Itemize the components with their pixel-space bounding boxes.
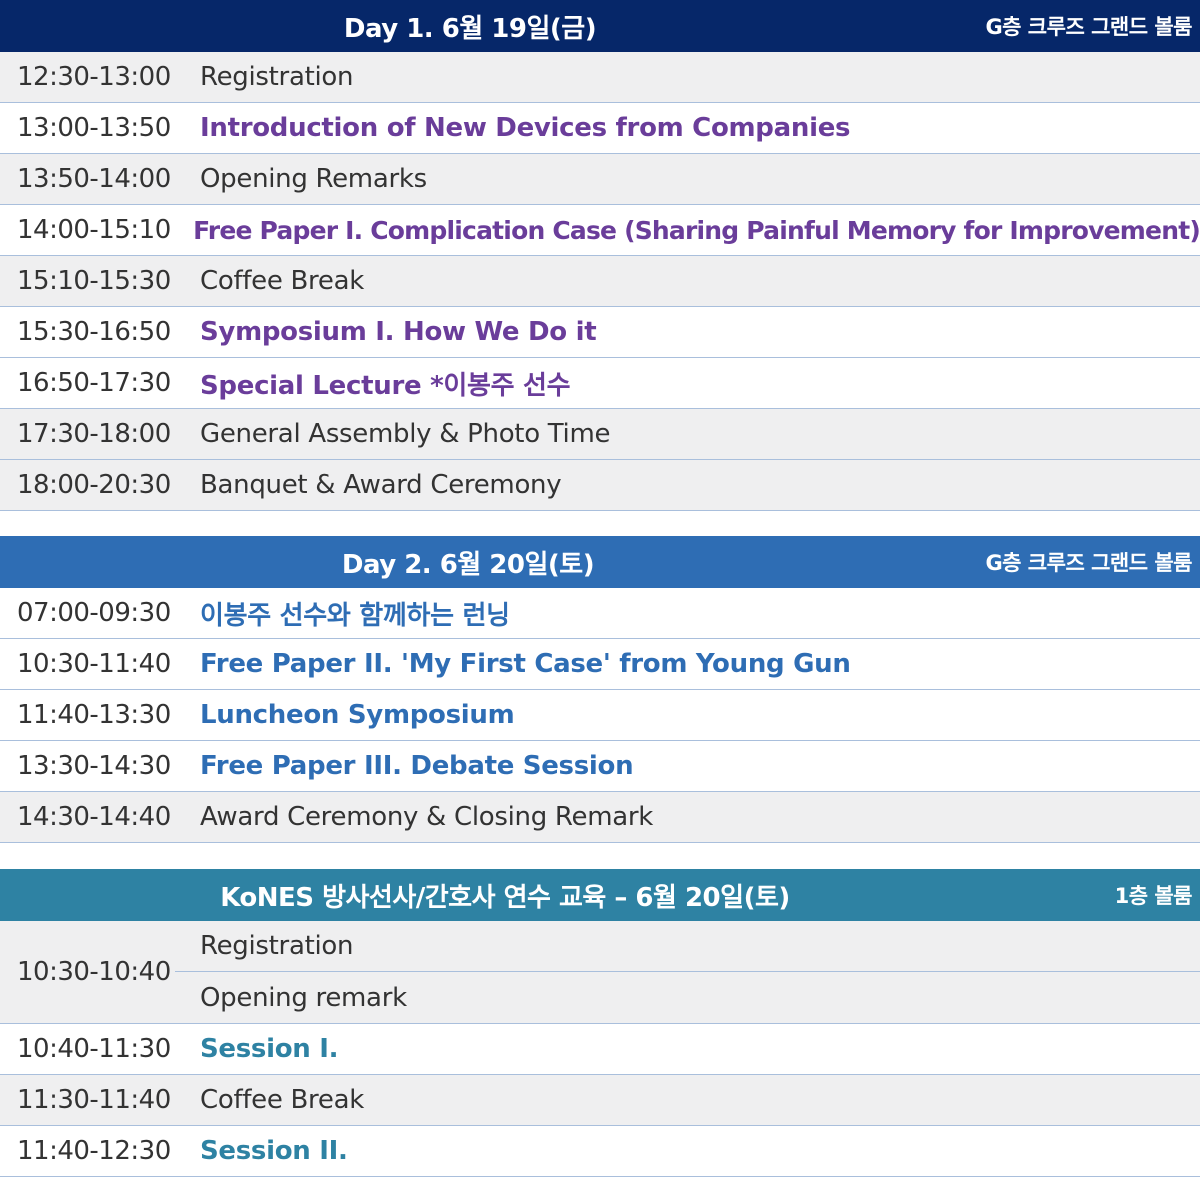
session-title: 이봉주 선수와 함께하는 런닝 xyxy=(200,600,510,631)
schedule-row-group: 10:30-10:40 Registration Opening remark xyxy=(0,921,1200,1024)
time-slot: 14:00-15:10 xyxy=(17,215,171,245)
kones-title: KoNES 방사선사/간호사 연수 교육 – 6월 20일(토) xyxy=(220,882,790,913)
schedule-row: 14:00-15:10 Free Paper I. Complication C… xyxy=(0,205,1200,256)
session-title: Free Paper III. Debate Session xyxy=(200,751,634,781)
time-slot: 14:30-14:40 xyxy=(17,802,171,832)
time-slot: 12:30-13:00 xyxy=(17,62,171,92)
session-title: Session II. xyxy=(200,1136,348,1166)
time-slot: 07:00-09:30 xyxy=(17,598,171,628)
schedule-row: 13:30-14:30 Free Paper III. Debate Sessi… xyxy=(0,741,1200,792)
schedule-row: 11:40-12:30 Session II. xyxy=(0,1126,1200,1177)
session-title: Registration xyxy=(200,931,354,961)
schedule-row: 15:30-16:50 Symposium I. How We Do it xyxy=(0,307,1200,358)
time-slot: 10:30-11:40 xyxy=(17,649,171,679)
day1-section: Day 1. 6월 19일(금) G층 크루즈 그랜드 볼룸 12:30-13:… xyxy=(0,0,1200,511)
session-title: Luncheon Symposium xyxy=(200,700,515,730)
schedule-row: 16:50-17:30 Special Lecture *이봉주 선수 xyxy=(0,358,1200,409)
time-slot: 10:30-10:40 xyxy=(17,957,171,987)
time-slot: 18:00-20:30 xyxy=(17,470,171,500)
session-title: Opening remark xyxy=(200,982,407,1013)
day2-title: Day 2. 6월 20일(토) xyxy=(341,549,595,580)
schedule-row: 11:30-11:40 Coffee Break xyxy=(0,1075,1200,1126)
time-slot: 17:30-18:00 xyxy=(17,419,171,449)
schedule-row: 18:00-20:30 Banquet & Award Ceremony xyxy=(0,460,1200,511)
session-title: Banquet & Award Ceremony xyxy=(200,470,562,500)
time-slot: 13:00-13:50 xyxy=(17,113,171,143)
schedule-row: 10:30-11:40 Free Paper II. 'My First Cas… xyxy=(0,639,1200,690)
schedule-row: 11:40-13:30 Luncheon Symposium xyxy=(0,690,1200,741)
day2-header: Day 2. 6월 20일(토) G층 크루즈 그랜드 볼룸 xyxy=(0,536,1200,588)
sub-session-row: Opening remark xyxy=(200,972,1200,1023)
day2-venue: G층 크루즈 그랜드 볼룸 xyxy=(985,551,1192,575)
day1-title: Day 1. 6월 19일(금) xyxy=(343,13,597,44)
schedule-row: 07:00-09:30 이봉주 선수와 함께하는 런닝 xyxy=(0,588,1200,639)
session-title: Coffee Break xyxy=(200,266,364,296)
time-slot: 13:30-14:30 xyxy=(17,751,171,781)
time-slot: 16:50-17:30 xyxy=(17,368,171,398)
schedule-row: 13:50-14:00 Opening Remarks xyxy=(0,154,1200,205)
time-slot: 13:50-14:00 xyxy=(17,164,171,194)
time-slot: 15:10-15:30 xyxy=(17,266,171,296)
time-slot: 11:30-11:40 xyxy=(17,1085,171,1115)
sub-session-row: Registration xyxy=(175,921,1200,972)
session-title: Opening Remarks xyxy=(200,164,427,194)
session-title: General Assembly & Photo Time xyxy=(200,419,611,449)
session-title: Free Paper I. Complication Case (Sharing… xyxy=(193,215,1200,245)
session-title: Registration xyxy=(200,62,354,92)
session-title: Award Ceremony & Closing Remark xyxy=(200,802,654,832)
day1-venue: G층 크루즈 그랜드 볼룸 xyxy=(985,15,1192,39)
schedule-row: 17:30-18:00 General Assembly & Photo Tim… xyxy=(0,409,1200,460)
session-title: Coffee Break xyxy=(200,1085,364,1115)
session-title: Session I. xyxy=(200,1034,339,1064)
schedule-row: 13:00-13:50 Introduction of New Devices … xyxy=(0,103,1200,154)
day2-section: Day 2. 6월 20일(토) G층 크루즈 그랜드 볼룸 07:00-09:… xyxy=(0,536,1200,843)
schedule-row: 10:40-11:30 Session I. xyxy=(0,1024,1200,1075)
time-slot: 10:40-11:30 xyxy=(17,1034,171,1064)
time-slot: 11:40-13:30 xyxy=(17,700,171,730)
schedule-row: 15:10-15:30 Coffee Break xyxy=(0,256,1200,307)
session-title: Introduction of New Devices from Compani… xyxy=(200,113,851,143)
schedule-row: 12:30-13:00 Registration xyxy=(0,52,1200,103)
session-title: Free Paper II. 'My First Case' from Youn… xyxy=(200,649,851,679)
schedule-row: 14:30-14:40 Award Ceremony & Closing Rem… xyxy=(0,792,1200,843)
kones-venue: 1층 볼룸 xyxy=(1114,884,1193,908)
sub-sessions: Registration Opening remark xyxy=(175,921,1200,1023)
kones-header: KoNES 방사선사/간호사 연수 교육 – 6월 20일(토) 1층 볼룸 xyxy=(0,869,1200,921)
session-title: Special Lecture *이봉주 선수 xyxy=(200,370,571,401)
session-title: Symposium I. How We Do it xyxy=(200,317,597,347)
kones-section: KoNES 방사선사/간호사 연수 교육 – 6월 20일(토) 1층 볼룸 1… xyxy=(0,869,1200,1177)
time-slot: 15:30-16:50 xyxy=(17,317,171,347)
time-slot: 11:40-12:30 xyxy=(17,1136,171,1166)
day1-header: Day 1. 6월 19일(금) G층 크루즈 그랜드 볼룸 xyxy=(0,0,1200,52)
